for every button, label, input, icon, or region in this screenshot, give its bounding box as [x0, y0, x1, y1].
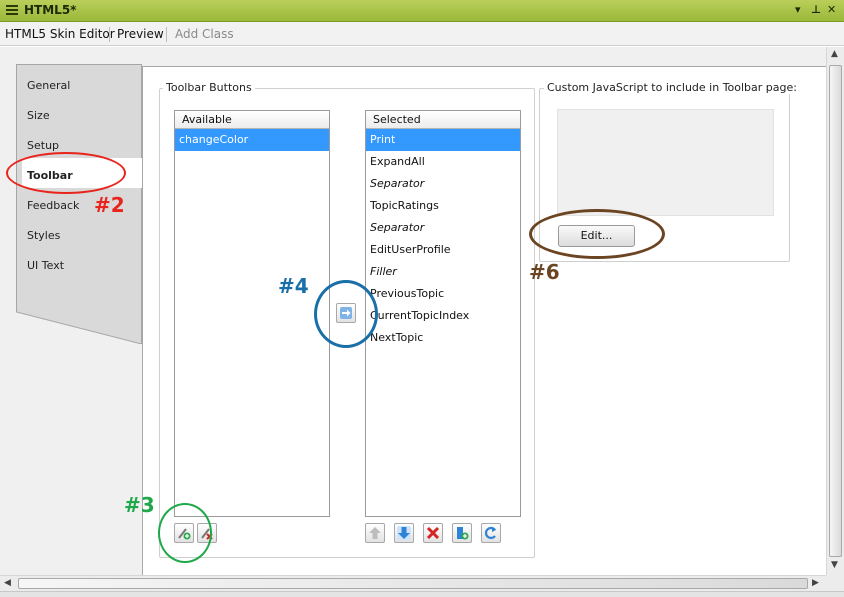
- available-header: Available: [175, 111, 329, 129]
- move-down-icon: [397, 526, 411, 540]
- scroll-up-icon[interactable]: ▲: [831, 49, 838, 59]
- annotation-label-2: #2: [94, 193, 125, 217]
- scroll-left-icon[interactable]: ◀: [4, 578, 11, 588]
- menu-icon[interactable]: [6, 5, 18, 16]
- list-item[interactable]: Separator: [366, 173, 520, 195]
- horizontal-scroll-thumb[interactable]: [18, 578, 808, 589]
- toolbar-buttons-label: Toolbar Buttons: [163, 81, 255, 94]
- annotation-label-6: #6: [529, 260, 560, 284]
- remove-icon: [426, 526, 440, 540]
- toolbar-separator: [166, 27, 167, 42]
- editor-toolbar: HTML5 Skin Editor Preview Add Class: [0, 22, 844, 46]
- tab-size[interactable]: Size: [27, 109, 50, 122]
- vertical-scrollbar[interactable]: ▲ ▼: [826, 47, 844, 575]
- list-item[interactable]: Separator: [366, 217, 520, 239]
- list-item[interactable]: PreviousTopic: [366, 283, 520, 305]
- list-item[interactable]: changeColor: [175, 129, 329, 151]
- move-down-button[interactable]: [394, 523, 414, 543]
- pin-icon[interactable]: ⊥: [811, 3, 821, 16]
- annotation-ring-6: [529, 209, 665, 259]
- horizontal-scrollbar[interactable]: ◀ ▶: [0, 575, 826, 591]
- scroll-right-icon[interactable]: ▶: [812, 578, 819, 588]
- vertical-scroll-thumb[interactable]: [829, 65, 842, 557]
- list-item[interactable]: ExpandAll: [366, 151, 520, 173]
- insert-icon: [457, 527, 469, 540]
- move-up-icon: [369, 527, 381, 539]
- insert-button[interactable]: [452, 523, 472, 543]
- available-list[interactable]: Available changeColor: [174, 110, 330, 517]
- reset-icon: [484, 526, 496, 540]
- toolbar-separator: [109, 27, 110, 42]
- custom-js-label: Custom JavaScript to include in Toolbar …: [544, 81, 800, 94]
- selected-list[interactable]: Selected Print ExpandAll Separator Topic…: [365, 110, 521, 517]
- list-item[interactable]: Print: [366, 129, 520, 151]
- annotation-ring-3: [158, 503, 212, 563]
- selected-header: Selected: [366, 111, 520, 129]
- close-icon[interactable]: ✕: [827, 3, 836, 16]
- tab-setup[interactable]: Setup: [27, 139, 59, 152]
- move-up-button[interactable]: [365, 523, 385, 543]
- tab-styles[interactable]: Styles: [27, 229, 60, 242]
- custom-js-textarea[interactable]: [557, 109, 774, 216]
- window-title: HTML5*: [24, 3, 77, 17]
- remove-button[interactable]: [423, 523, 443, 543]
- preview-button[interactable]: Preview: [117, 27, 164, 41]
- reset-button[interactable]: [481, 523, 501, 543]
- dropdown-icon[interactable]: ▾: [795, 3, 801, 16]
- annotation-label-4: #4: [278, 274, 309, 298]
- list-item[interactable]: EditUserProfile: [366, 239, 520, 261]
- scroll-down-icon[interactable]: ▼: [831, 560, 838, 570]
- tab-ui-text[interactable]: UI Text: [27, 259, 64, 272]
- tab-general[interactable]: General: [27, 79, 70, 92]
- window-title-bar: HTML5* ▾ ⊥ ✕: [0, 0, 844, 22]
- annotation-label-3: #3: [124, 493, 155, 517]
- skin-editor-button[interactable]: HTML5 Skin Editor: [5, 27, 115, 41]
- annotation-ring-4: [314, 280, 378, 348]
- tab-feedback[interactable]: Feedback: [27, 199, 79, 212]
- list-item[interactable]: Filler: [366, 261, 520, 283]
- annotation-ring-2: [6, 152, 126, 194]
- scroll-corner: [826, 575, 844, 591]
- list-item[interactable]: NextTopic: [366, 327, 520, 349]
- list-item[interactable]: TopicRatings: [366, 195, 520, 217]
- list-item[interactable]: CurrentTopicIndex: [366, 305, 520, 327]
- add-class-button[interactable]: Add Class: [175, 27, 234, 41]
- toolbar-settings-panel: Toolbar Buttons Available changeColor Se…: [142, 66, 826, 575]
- window-bottom-border: [0, 591, 844, 597]
